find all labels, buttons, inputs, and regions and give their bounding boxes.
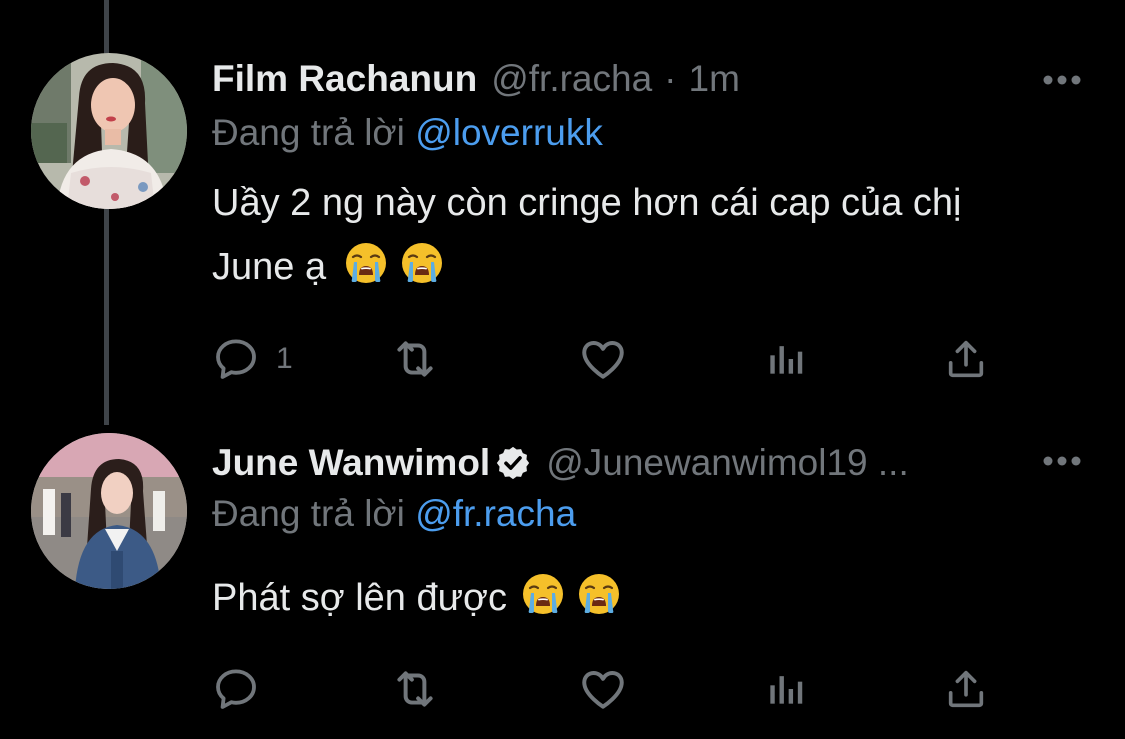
- retweet-icon: [390, 664, 440, 714]
- analytics-icon: [763, 665, 807, 713]
- tweet-header: Film Rachanun @fr.racha · 1m: [212, 57, 740, 101]
- tweet-actions: [212, 664, 1012, 714]
- tweet-actions: 1: [212, 334, 1012, 384]
- avatar-photo: [31, 53, 187, 209]
- user-handle[interactable]: @Junewanwimol19 ...: [546, 441, 909, 485]
- loudly-crying-face-emoji: [521, 572, 565, 616]
- display-name[interactable]: Film Rachanun: [212, 57, 477, 101]
- retweet-icon: [390, 334, 440, 384]
- analytics-icon: [763, 335, 807, 383]
- loudly-crying-face-emoji: [400, 241, 444, 285]
- reply-button[interactable]: 1: [212, 334, 293, 384]
- reply-icon: [212, 335, 260, 383]
- tweet-text-line: Uầy 2 ng này còn cringe hơn cái cap của …: [212, 182, 962, 224]
- analytics-button[interactable]: [763, 664, 807, 714]
- display-name[interactable]: June Wanwimol: [212, 441, 490, 485]
- reply-count: 1: [276, 342, 293, 375]
- loudly-crying-face-emoji: [577, 572, 621, 616]
- replying-prefix: Đang trả lời: [212, 112, 405, 153]
- like-button[interactable]: [578, 664, 628, 714]
- share-button[interactable]: [943, 664, 989, 714]
- share-button[interactable]: [943, 334, 989, 384]
- like-icon: [578, 664, 628, 714]
- more-icon[interactable]: [1042, 454, 1082, 468]
- replying-to-line: Đang trả lời @loverrukk: [212, 111, 603, 155]
- analytics-button[interactable]: [763, 334, 807, 384]
- verified-badge-icon: [497, 446, 530, 480]
- tweet-body: Uầy 2 ng này còn cringe hơn cái cap của …: [212, 171, 1102, 299]
- timestamp[interactable]: 1m: [689, 57, 740, 101]
- retweet-button[interactable]: [390, 334, 440, 384]
- tweet-text-line-end: Phát sợ lên được: [212, 577, 507, 619]
- reply-button[interactable]: [212, 664, 260, 714]
- replying-to-line: Đang trả lời @fr.racha: [212, 492, 576, 536]
- replying-to-mention[interactable]: @fr.racha: [415, 493, 576, 534]
- loudly-crying-face-emoji: [344, 241, 388, 285]
- separator-dot: ·: [664, 58, 677, 99]
- reply-icon: [212, 665, 260, 713]
- replying-to-mention[interactable]: @loverrukk: [415, 112, 603, 153]
- more-icon[interactable]: [1042, 73, 1082, 87]
- tweet-text-line-end: June ạ: [212, 246, 327, 288]
- avatar[interactable]: [31, 433, 187, 589]
- replying-prefix: Đang trả lời: [212, 493, 405, 534]
- like-button[interactable]: [578, 334, 628, 384]
- retweet-button[interactable]: [390, 664, 440, 714]
- like-icon: [578, 334, 628, 384]
- tweet-text-line: Phát sợ lên được: [212, 566, 1102, 630]
- share-icon: [943, 335, 989, 383]
- avatar[interactable]: [31, 53, 187, 209]
- user-handle[interactable]: @fr.racha: [491, 57, 652, 101]
- avatar-photo: [31, 433, 187, 589]
- tweet-body: Phát sợ lên được: [212, 566, 1102, 630]
- share-icon: [943, 665, 989, 713]
- tweet-text-line: June ạ: [212, 235, 1102, 299]
- tweet-header: June Wanwimol @Junewanwimol19 ...: [212, 441, 909, 485]
